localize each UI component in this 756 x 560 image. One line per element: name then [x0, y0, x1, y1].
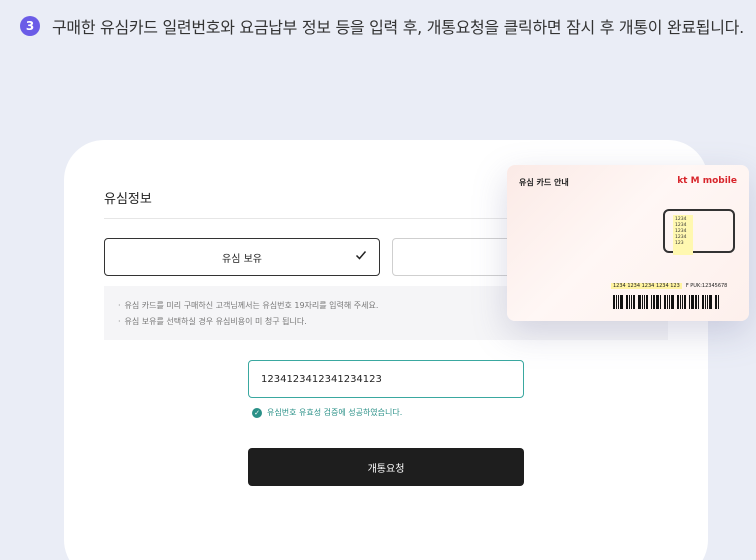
sim-guide-image: 유심 카드 안내 kt M mobile 1234 1234 1234 1234…	[507, 165, 749, 321]
check-icon	[355, 251, 367, 260]
check-circle-icon: ✓	[252, 407, 262, 418]
serial-highlight: 1234 1234 1234 1234 123	[611, 283, 682, 289]
validation-text: 유심번호 유효성 검증에 성공하였습니다.	[267, 408, 403, 417]
step-header: 3 구매한 유심카드 일련번호와 요금납부 정보 등을 입력 후, 개통요청을 …	[20, 14, 744, 38]
brand-kt: kt	[677, 176, 688, 186]
section-title: 유심정보	[104, 192, 152, 207]
sim-own-option[interactable]: 유심 보유	[104, 238, 380, 276]
brand-logo: kt M mobile	[677, 176, 737, 186]
serial-suffix: F PUK:12345678	[685, 283, 728, 289]
step-instruction: 구매한 유심카드 일련번호와 요금납부 정보 등을 입력 후, 개통요청을 클릭…	[52, 18, 744, 37]
sim-chip-icon: 1234 1234 1234 1234 123	[663, 209, 735, 255]
serial-strip: 1234 1234 1234 1234 123 F PUK:12345678	[611, 283, 727, 289]
sim-serial-input[interactable]	[248, 360, 524, 398]
barcode-icon	[613, 295, 739, 309]
chip-serial: 1234 1234 1234 1234 123	[673, 215, 693, 255]
sim-own-label: 유심 보유	[222, 253, 262, 265]
brand-mobile: M mobile	[690, 176, 737, 186]
validation-message: ✓ 유심번호 유효성 검증에 성공하였습니다.	[252, 407, 402, 418]
sim-guide-title: 유심 카드 안내	[519, 178, 569, 187]
step-number-badge: 3	[20, 16, 40, 36]
activation-request-button[interactable]: 개통요청	[248, 448, 524, 486]
